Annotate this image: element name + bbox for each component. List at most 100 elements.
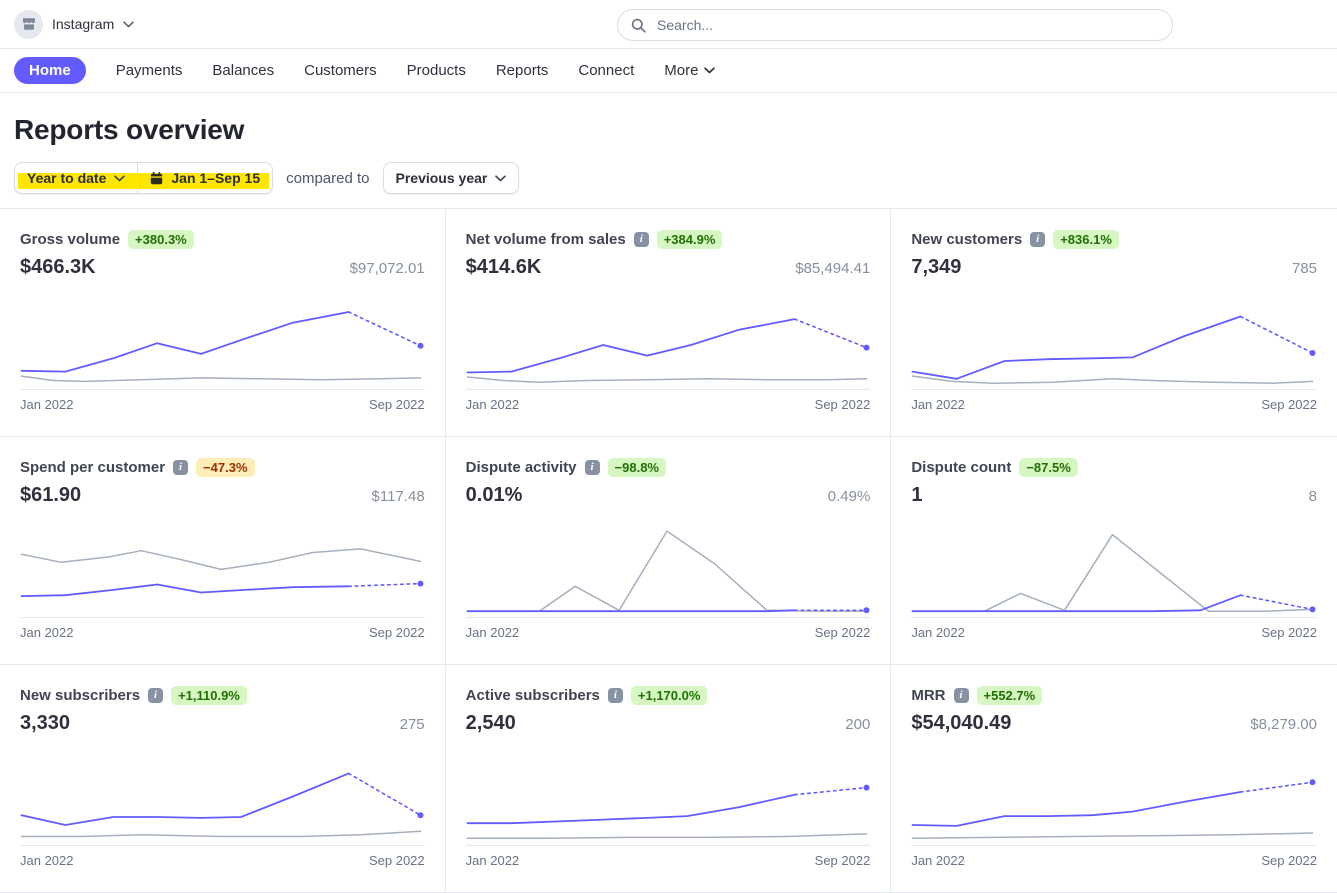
nav-tab-label: Home bbox=[29, 62, 71, 79]
comparison-value: 0.49% bbox=[828, 488, 871, 505]
comparison-select[interactable]: Previous year bbox=[383, 162, 520, 194]
storefront-icon bbox=[21, 16, 37, 32]
x-axis-end-label: Sep 2022 bbox=[815, 625, 871, 640]
x-axis-end-label: Sep 2022 bbox=[815, 853, 871, 868]
x-axis-end-label: Sep 2022 bbox=[369, 853, 425, 868]
metric-value: 2,540 bbox=[466, 712, 516, 735]
metric-card-dispute-count[interactable]: Dispute count −87.5% 1 8 Jan 2022 Sep 20… bbox=[891, 437, 1337, 665]
metric-card-spend-per-customer[interactable]: Spend per customer −47.3% $61.90 $117.48… bbox=[0, 437, 446, 665]
metric-value: 1 bbox=[911, 484, 922, 507]
metric-values-row: 2,540 200 bbox=[466, 712, 871, 735]
metric-card-header: MRR +552.7% bbox=[911, 685, 1317, 705]
nav-tab-products[interactable]: Products bbox=[407, 62, 466, 79]
info-icon[interactable] bbox=[173, 460, 188, 475]
metric-value: 7,349 bbox=[911, 256, 961, 279]
metric-title: MRR bbox=[911, 687, 945, 704]
chevron-down-icon bbox=[495, 175, 506, 182]
info-icon[interactable] bbox=[1030, 232, 1045, 247]
chevron-down-icon bbox=[704, 67, 715, 74]
x-axis-labels: Jan 2022 Sep 2022 bbox=[466, 397, 871, 412]
search-bar[interactable] bbox=[617, 9, 1173, 41]
metric-value: $466.3K bbox=[20, 256, 96, 279]
metric-card-header: Dispute activity −98.8% bbox=[466, 457, 871, 477]
info-icon[interactable] bbox=[608, 688, 623, 703]
metric-values-row: 7,349 785 bbox=[911, 256, 1317, 279]
trend-chart bbox=[911, 749, 1317, 846]
metric-title: Spend per customer bbox=[20, 459, 165, 476]
metric-value: 0.01% bbox=[466, 484, 523, 507]
metric-title: New subscribers bbox=[20, 687, 140, 704]
metric-card-header: New subscribers +1,110.9% bbox=[20, 685, 425, 705]
x-axis-labels: Jan 2022 Sep 2022 bbox=[911, 397, 1317, 412]
date-range-button[interactable]: Jan 1–Sep 15 bbox=[137, 163, 272, 193]
x-axis-labels: Jan 2022 Sep 2022 bbox=[911, 625, 1317, 640]
nav-tab-label: Products bbox=[407, 62, 466, 79]
metric-card-new-subscribers[interactable]: New subscribers +1,110.9% 3,330 275 Jan … bbox=[0, 665, 446, 893]
filter-bar: Year to date Jan 1–Sep 15 compared to Pr… bbox=[14, 162, 1323, 194]
metrics-grid: Gross volume +380.3% $466.3K $97,072.01 … bbox=[0, 208, 1337, 893]
x-axis-end-label: Sep 2022 bbox=[1261, 625, 1317, 640]
nav-tab-payments[interactable]: Payments bbox=[116, 62, 183, 79]
info-icon[interactable] bbox=[148, 688, 163, 703]
metric-card-header: Spend per customer −47.3% bbox=[20, 457, 425, 477]
x-axis-end-label: Sep 2022 bbox=[369, 625, 425, 640]
nav-tab-label: Reports bbox=[496, 62, 549, 79]
change-badge: +836.1% bbox=[1053, 230, 1119, 249]
x-axis-start-label: Jan 2022 bbox=[20, 397, 74, 412]
nav-tab-home[interactable]: Home bbox=[14, 57, 86, 84]
metric-title: New customers bbox=[911, 231, 1022, 248]
nav-tab-customers[interactable]: Customers bbox=[304, 62, 377, 79]
x-axis-labels: Jan 2022 Sep 2022 bbox=[466, 853, 871, 868]
metric-values-row: 3,330 275 bbox=[20, 712, 425, 735]
nav-tab-reports[interactable]: Reports bbox=[496, 62, 549, 79]
metric-card-mrr[interactable]: MRR +552.7% $54,040.49 $8,279.00 Jan 202… bbox=[891, 665, 1337, 893]
date-filter-group: Year to date Jan 1–Sep 15 bbox=[14, 162, 273, 194]
nav-tab-more[interactable]: More bbox=[664, 62, 715, 79]
metric-values-row: $466.3K $97,072.01 bbox=[20, 256, 425, 279]
metric-card-new-customers[interactable]: New customers +836.1% 7,349 785 Jan 2022… bbox=[891, 209, 1337, 437]
search-input[interactable] bbox=[655, 16, 1159, 34]
change-badge: +384.9% bbox=[657, 230, 723, 249]
main-nav: Home Payments Balances Customers Products Rep… bbox=[0, 49, 1337, 93]
comparison-label: Previous year bbox=[396, 170, 488, 186]
page-title: Reports overview bbox=[14, 113, 1323, 147]
metric-card-net-volume-from-sales[interactable]: Net volume from sales +384.9% $414.6K $8… bbox=[446, 209, 892, 437]
nav-tab-label: Customers bbox=[304, 62, 377, 79]
range-preset-button[interactable]: Year to date bbox=[15, 163, 137, 193]
nav-tab-label: Connect bbox=[578, 62, 634, 79]
metric-title: Gross volume bbox=[20, 231, 120, 248]
change-badge: +1,110.9% bbox=[171, 686, 247, 705]
change-badge: +380.3% bbox=[128, 230, 194, 249]
trend-chart bbox=[911, 293, 1317, 390]
metric-card-dispute-activity[interactable]: Dispute activity −98.8% 0.01% 0.49% Jan … bbox=[446, 437, 892, 665]
comparison-value: $8,279.00 bbox=[1250, 716, 1317, 733]
x-axis-start-label: Jan 2022 bbox=[466, 853, 520, 868]
nav-tab-balances[interactable]: Balances bbox=[212, 62, 274, 79]
trend-chart bbox=[20, 293, 425, 390]
change-badge: −87.5% bbox=[1019, 458, 1077, 477]
metric-value: 3,330 bbox=[20, 712, 70, 735]
comparison-value: 785 bbox=[1292, 260, 1317, 277]
change-badge: −98.8% bbox=[608, 458, 666, 477]
x-axis-end-label: Sep 2022 bbox=[1261, 397, 1317, 412]
x-axis-start-label: Jan 2022 bbox=[20, 853, 74, 868]
change-badge: +1,170.0% bbox=[631, 686, 708, 705]
x-axis-start-label: Jan 2022 bbox=[911, 853, 965, 868]
metric-card-gross-volume[interactable]: Gross volume +380.3% $466.3K $97,072.01 … bbox=[0, 209, 446, 437]
metric-card-active-subscribers[interactable]: Active subscribers +1,170.0% 2,540 200 J… bbox=[446, 665, 892, 893]
nav-tab-label: Balances bbox=[212, 62, 274, 79]
info-icon[interactable] bbox=[585, 460, 600, 475]
metric-values-row: 0.01% 0.49% bbox=[466, 484, 871, 507]
info-icon[interactable] bbox=[634, 232, 649, 247]
nav-tab-label: More bbox=[664, 62, 698, 79]
x-axis-labels: Jan 2022 Sep 2022 bbox=[20, 397, 425, 412]
chevron-down-icon bbox=[123, 21, 134, 28]
info-icon[interactable] bbox=[954, 688, 969, 703]
nav-tab-connect[interactable]: Connect bbox=[578, 62, 634, 79]
x-axis-end-label: Sep 2022 bbox=[369, 397, 425, 412]
account-switcher[interactable]: Instagram bbox=[14, 10, 134, 39]
comparison-value: 275 bbox=[400, 716, 425, 733]
x-axis-labels: Jan 2022 Sep 2022 bbox=[20, 625, 425, 640]
x-axis-start-label: Jan 2022 bbox=[466, 397, 520, 412]
trend-chart bbox=[911, 521, 1317, 618]
